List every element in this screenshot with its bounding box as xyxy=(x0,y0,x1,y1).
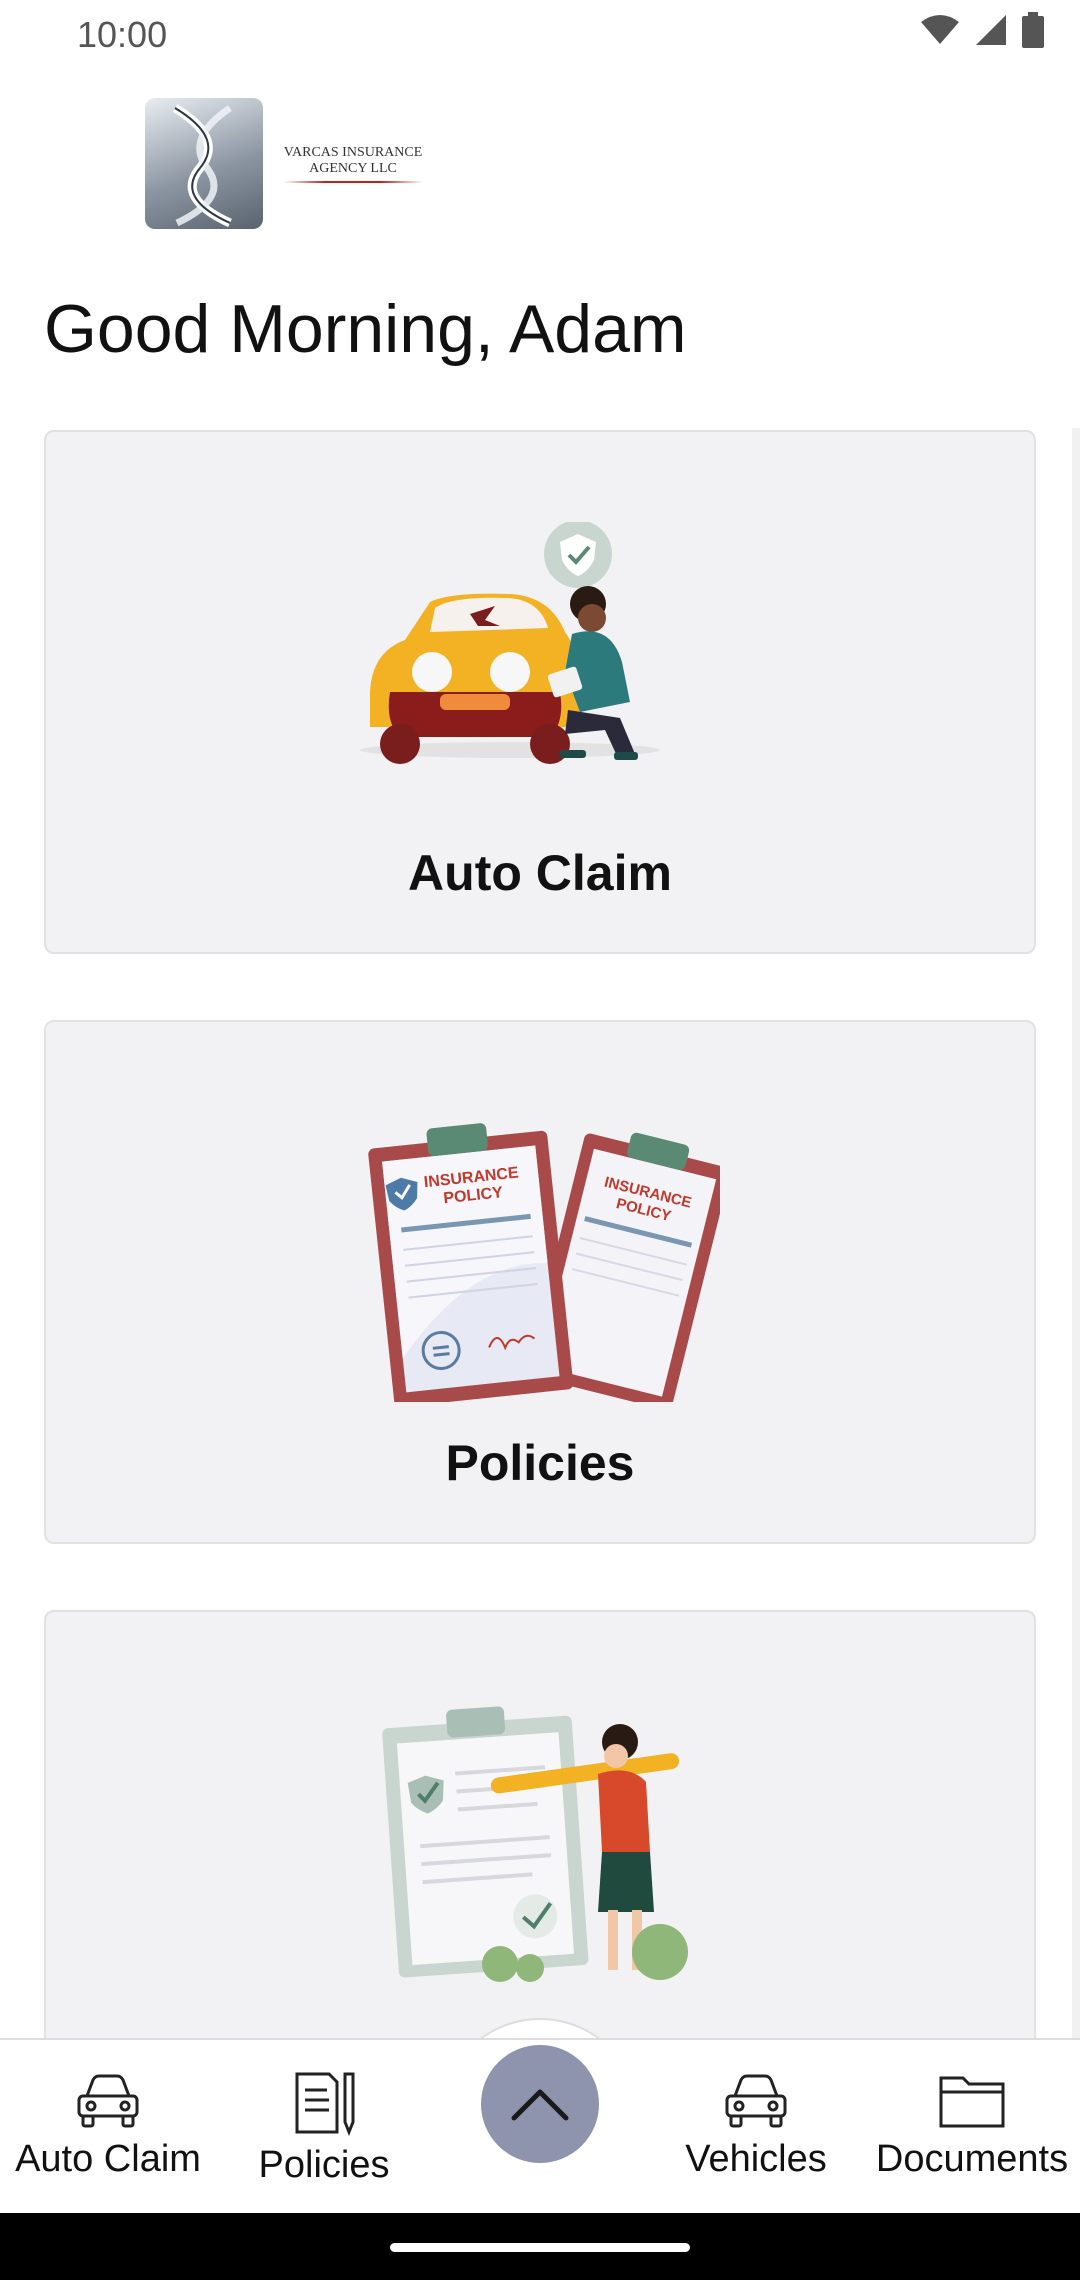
document-pen-icon xyxy=(295,2072,355,2136)
logo-text-line2: AGENCY LLC xyxy=(309,160,397,176)
home-cards-list[interactable]: Auto Claim INSURANCE POLICY INSURANCE PO… xyxy=(0,428,1080,2038)
auto-claim-card-title: Auto Claim xyxy=(408,845,672,901)
nav-policies[interactable]: Policies xyxy=(216,2070,432,2187)
nav-documents-label: Documents xyxy=(875,2138,1069,2180)
auto-claim-card[interactable]: Auto Claim xyxy=(44,430,1036,954)
nav-auto-claim-label: Auto Claim xyxy=(15,2138,201,2180)
nav-vehicles-label: Vehicles xyxy=(685,2138,827,2180)
checklist-card[interactable] xyxy=(44,1610,1036,2038)
status-time: 10:00 xyxy=(77,14,168,55)
checklist-illustration xyxy=(382,1706,688,1982)
logo-mark xyxy=(145,98,263,229)
greeting: Good Morning, Adam xyxy=(44,291,687,367)
folder-icon xyxy=(939,2076,1005,2128)
signal-icon xyxy=(976,15,1006,45)
policies-card[interactable]: INSURANCE POLICY INSURANCE POLICY Polici… xyxy=(44,1020,1036,1544)
logo-text: VARCAS INSURANCE AGENCY LLC xyxy=(283,145,423,183)
home-gesture-handle[interactable] xyxy=(390,2243,690,2252)
status-icons xyxy=(920,12,1044,48)
car-icon xyxy=(77,2074,139,2128)
car-claim-illustration xyxy=(360,522,660,764)
nav-auto-claim[interactable]: Auto Claim xyxy=(0,2070,216,2181)
battery-icon xyxy=(1022,12,1044,48)
logo-text-line1: VARCAS INSURANCE xyxy=(283,144,423,160)
nav-vehicles[interactable]: Vehicles xyxy=(648,2070,864,2181)
insurance-policy-illustration: INSURANCE POLICY INSURANCE POLICY xyxy=(368,1123,720,1402)
expand-menu-button[interactable] xyxy=(481,2045,599,2163)
policies-card-title: Policies xyxy=(445,1435,635,1491)
nav-policies-label: Policies xyxy=(258,2144,390,2186)
logo-underline xyxy=(283,180,423,183)
car-icon xyxy=(725,2074,787,2128)
nav-documents[interactable]: Documents xyxy=(864,2070,1080,2181)
agency-logo: VARCAS INSURANCE AGENCY LLC xyxy=(145,98,423,229)
gesture-nav-bar xyxy=(0,2213,1080,2280)
scrollbar[interactable] xyxy=(1072,428,1080,2038)
chevron-up-icon xyxy=(511,2089,569,2121)
wifi-icon xyxy=(921,15,959,44)
status-bar: 10:00 xyxy=(0,0,1080,70)
